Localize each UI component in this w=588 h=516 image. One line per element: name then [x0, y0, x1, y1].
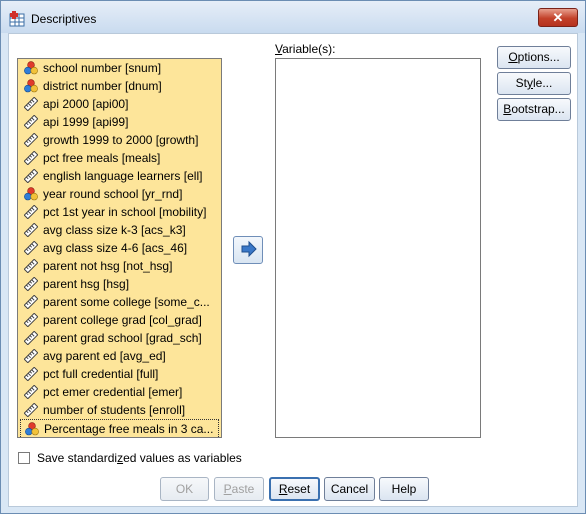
source-variable-list[interactable]: school number [snum] district number [dnu… — [17, 58, 222, 438]
descriptives-dialog: Descriptives ✕ school number [snum] distr… — [0, 0, 586, 514]
scale-icon — [23, 114, 39, 130]
close-button[interactable]: ✕ — [538, 8, 578, 27]
variable-label: parent college grad [col_grad] — [43, 313, 202, 327]
target-variable-list[interactable] — [275, 58, 481, 438]
scale-icon — [23, 96, 39, 112]
variable-label: parent some college [some_c... — [43, 295, 210, 309]
variable-list-item[interactable]: number of students [enroll] — [18, 401, 221, 419]
move-to-variables-button[interactable] — [233, 236, 263, 264]
variable-list-item[interactable]: pct free meals [meals] — [18, 149, 221, 167]
window-title: Descriptives — [31, 12, 97, 26]
variable-label: api 1999 [api99] — [43, 115, 129, 129]
close-icon: ✕ — [552, 10, 564, 25]
variable-list-item[interactable]: Percentage free meals in 3 ca... — [20, 419, 219, 437]
variable-list-item[interactable]: parent hsg [hsg] — [18, 275, 221, 293]
variable-list-item[interactable]: parent grad school [grad_sch] — [18, 329, 221, 347]
variable-list-item[interactable]: school number [snum] — [18, 59, 221, 77]
scale-icon — [23, 258, 39, 274]
scale-icon — [23, 150, 39, 166]
variable-label: parent hsg [hsg] — [43, 277, 130, 291]
scale-icon — [23, 240, 39, 256]
variable-list-item[interactable]: pct 1st year in school [mobility] — [18, 203, 221, 221]
variable-list-item[interactable]: avg parent ed [avg_ed] — [18, 347, 221, 365]
variable-label: parent not hsg [not_hsg] — [43, 259, 173, 273]
cancel-button[interactable]: Cancel — [324, 477, 375, 501]
variables-label: Variable(s): — [275, 42, 336, 56]
ok-button[interactable]: OK — [160, 477, 209, 501]
variable-label: pct free meals [meals] — [43, 151, 161, 165]
nominal-icon — [24, 61, 38, 75]
title-bar[interactable]: Descriptives ✕ — [1, 1, 585, 33]
variable-list-item[interactable]: year round school [yr_rnd] — [18, 185, 221, 203]
scale-icon — [23, 384, 39, 400]
options-button[interactable]: Options... — [497, 46, 571, 69]
scale-icon — [23, 168, 39, 184]
scale-icon — [23, 222, 39, 238]
nominal-icon — [25, 422, 39, 436]
style-button[interactable]: Style... — [497, 72, 571, 95]
scale-icon — [23, 132, 39, 148]
save-standardized-label: Save standardized values as variables — [37, 451, 242, 465]
scale-icon — [23, 204, 39, 220]
variable-list-item[interactable]: avg class size 4-6 [acs_46] — [18, 239, 221, 257]
scale-icon — [23, 348, 39, 364]
variable-list-item[interactable]: api 1999 [api99] — [18, 113, 221, 131]
scale-icon — [23, 294, 39, 310]
help-button[interactable]: Help — [379, 477, 429, 501]
scale-icon — [23, 366, 39, 382]
scale-icon — [23, 276, 39, 292]
variable-list-item[interactable]: parent college grad [col_grad] — [18, 311, 221, 329]
variable-label: api 2000 [api00] — [43, 97, 129, 111]
variable-label: english language learners [ell] — [43, 169, 203, 183]
variable-label: avg parent ed [avg_ed] — [43, 349, 166, 363]
variable-list-item[interactable]: pct full credential [full] — [18, 365, 221, 383]
variable-label: Percentage free meals in 3 ca... — [44, 422, 214, 436]
scale-icon — [23, 330, 39, 346]
variable-label: avg class size k-3 [acs_k3] — [43, 223, 186, 237]
save-standardized-checkbox[interactable] — [18, 452, 30, 464]
variable-list-item[interactable]: english language learners [ell] — [18, 167, 221, 185]
spss-app-icon — [9, 11, 25, 27]
variable-list-item[interactable]: growth 1999 to 2000 [growth] — [18, 131, 221, 149]
variable-label: number of students [enroll] — [43, 403, 186, 417]
reset-button[interactable]: Reset — [269, 477, 320, 501]
scale-icon — [23, 402, 39, 418]
variable-list-item[interactable]: district number [dnum] — [18, 77, 221, 95]
variable-label: growth 1999 to 2000 [growth] — [43, 133, 199, 147]
variable-label: district number [dnum] — [43, 79, 162, 93]
scale-icon — [23, 312, 39, 328]
variable-label: pct emer credential [emer] — [43, 385, 183, 399]
nominal-icon — [24, 187, 38, 201]
paste-button[interactable]: Paste — [214, 477, 264, 501]
variable-label: avg class size 4-6 [acs_46] — [43, 241, 188, 255]
variable-list-item[interactable]: parent not hsg [not_hsg] — [18, 257, 221, 275]
arrow-right-icon — [241, 240, 257, 258]
bootstrap-button[interactable]: Bootstrap... — [497, 98, 571, 121]
variable-label: pct full credential [full] — [43, 367, 159, 381]
variable-label: year round school [yr_rnd] — [43, 187, 183, 201]
variable-label: parent grad school [grad_sch] — [43, 331, 202, 345]
variable-list-item[interactable]: avg class size k-3 [acs_k3] — [18, 221, 221, 239]
variable-list-item[interactable]: api 2000 [api00] — [18, 95, 221, 113]
variable-list-item[interactable]: pct emer credential [emer] — [18, 383, 221, 401]
nominal-icon — [24, 79, 38, 93]
variable-label: school number [snum] — [43, 61, 162, 75]
variable-label: pct 1st year in school [mobility] — [43, 205, 207, 219]
variable-list-item[interactable]: parent some college [some_c... — [18, 293, 221, 311]
